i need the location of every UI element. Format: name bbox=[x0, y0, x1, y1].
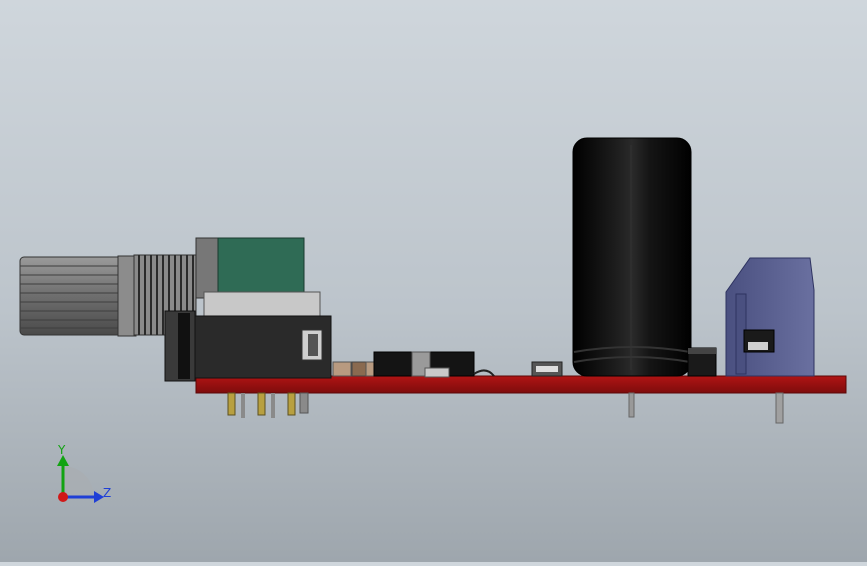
audio-jack[interactable] bbox=[164, 310, 332, 382]
terminal-pin bbox=[775, 392, 784, 424]
triad-quadrant bbox=[63, 466, 94, 497]
electrolytic-capacitor[interactable] bbox=[572, 137, 692, 377]
triad-z-label: Z bbox=[103, 486, 111, 500]
header-pins bbox=[227, 392, 309, 418]
model-viewport[interactable]: Y Z bbox=[0, 0, 867, 562]
smd-components[interactable] bbox=[332, 351, 563, 378]
pcb-board[interactable] bbox=[195, 375, 847, 394]
potentiometer-body[interactable] bbox=[195, 237, 321, 319]
capacitor-lead bbox=[628, 392, 635, 418]
x-axis-dot bbox=[58, 492, 68, 502]
screw-terminal[interactable] bbox=[725, 257, 815, 377]
orientation-triad[interactable]: Y Z bbox=[57, 443, 111, 503]
potentiometer-knob[interactable] bbox=[19, 255, 137, 337]
triad-y-label: Y bbox=[57, 443, 66, 457]
small-ic[interactable] bbox=[687, 347, 717, 377]
